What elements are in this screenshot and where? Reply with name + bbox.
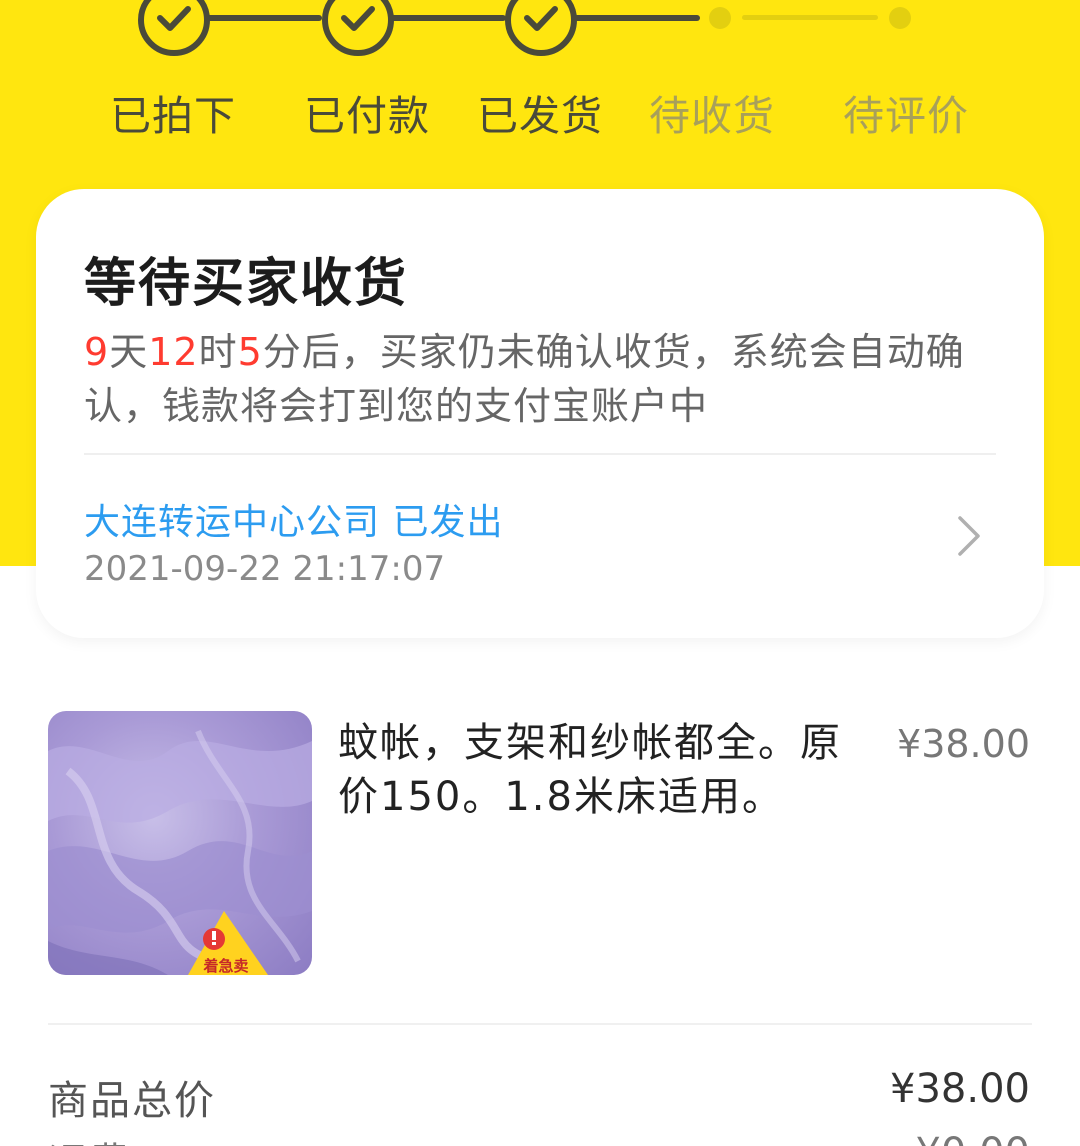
progress-line (206, 15, 322, 21)
total-price-label: 商品总价 (48, 1078, 216, 1124)
step-2-check-icon (322, 0, 394, 56)
step-5-dot-icon (889, 7, 911, 29)
step-label-5: 待评价 (843, 92, 969, 140)
step-label-2: 已付款 (304, 92, 430, 140)
product-price: ¥38.00 (897, 722, 1030, 766)
card-divider (84, 453, 996, 455)
step-label-4: 待收货 (649, 92, 775, 140)
countdown-hours: 12 (148, 330, 199, 374)
step-3-check-icon (505, 0, 577, 56)
shipping-value: ¥0.00 (800, 1130, 1030, 1146)
countdown-days: 9 (84, 330, 110, 374)
step-4-dot-icon (709, 7, 731, 29)
status-title: 等待买家收货 (84, 254, 409, 314)
section-divider (48, 1023, 1032, 1025)
step-1-check-icon (138, 0, 210, 56)
countdown-days-unit: 天 (109, 330, 149, 374)
product-image[interactable]: 着急卖 (48, 711, 312, 975)
progress-line (574, 15, 700, 21)
step-label-3: 已发货 (477, 92, 603, 140)
order-progress-tracker: 已拍下 已付款 已发货 待收货 待评价 (0, 0, 1080, 180)
order-detail-page: 已拍下 已付款 已发货 待收货 待评价 等待买家收货 9天12时5分后，买家仍未… (0, 0, 1080, 1146)
logistics-status[interactable]: 大连转运中心公司 已发出 (84, 493, 503, 545)
step-label-1: 已拍下 (110, 92, 236, 140)
shipping-label: 运费 (48, 1130, 132, 1146)
order-status-card: 等待买家收货 9天12时5分后，买家仍未确认收货，系统会自动确认，钱款将会打到您… (36, 189, 1044, 638)
countdown-minutes: 5 (237, 330, 263, 374)
progress-line (390, 15, 506, 21)
logistics-time: 2021-09-22 21:17:07 (84, 549, 446, 589)
product-title[interactable]: 蚊帐，支架和纱帐都全。原价150。1.8米床适用。 (338, 716, 868, 824)
chevron-right-icon[interactable] (956, 515, 982, 557)
progress-line-pending (742, 15, 878, 20)
countdown-hours-unit: 时 (198, 330, 238, 374)
total-price-value: ¥38.00 (890, 1066, 1030, 1112)
product-photo: 着急卖 (48, 729, 312, 975)
urgent-sale-badge: 着急卖 (202, 957, 248, 975)
status-description: 9天12时5分后，买家仍未确认收货，系统会自动确认，钱款将会打到您的支付宝账户中 (84, 325, 1004, 433)
